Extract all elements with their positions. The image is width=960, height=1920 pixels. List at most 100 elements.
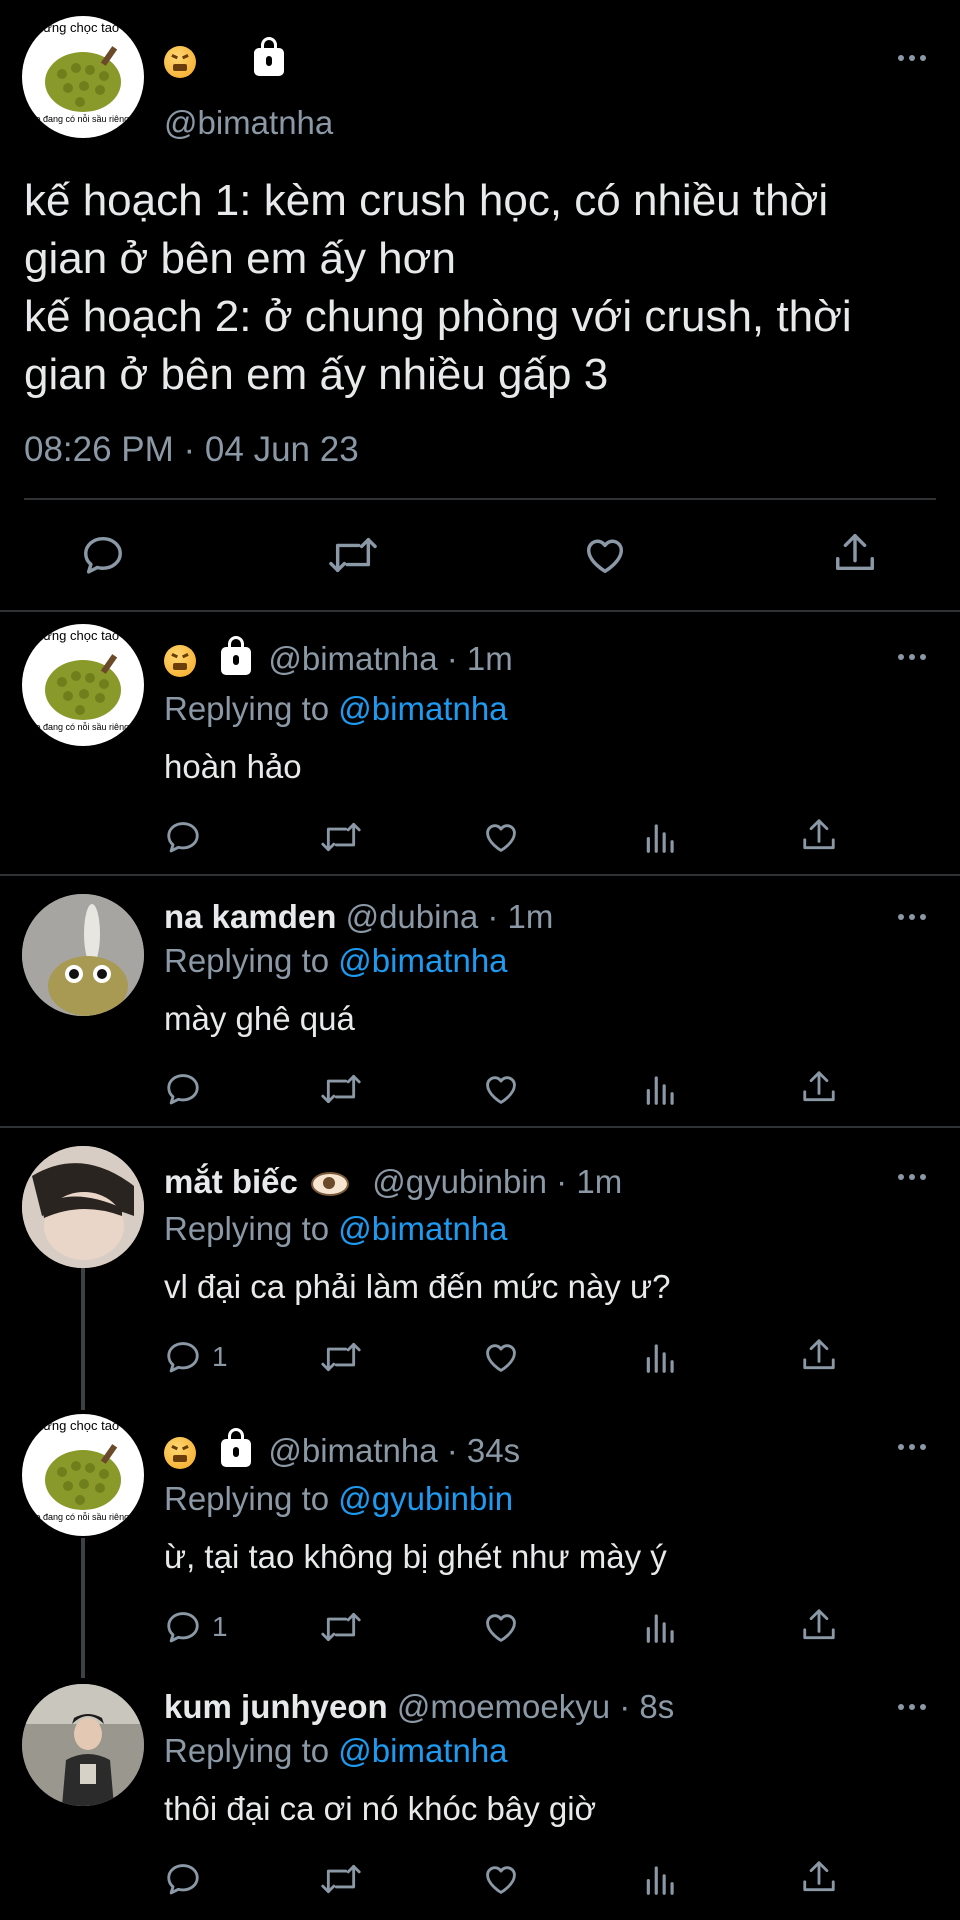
replying-to-link[interactable]: @gyubinbin <box>338 1480 513 1517</box>
retweet-icon[interactable] <box>320 1338 362 1376</box>
more-icon[interactable] <box>898 654 926 660</box>
handle-time[interactable]: @bimatnha · 1m <box>268 640 512 677</box>
thread-line <box>81 1538 85 1678</box>
retweet-icon[interactable] <box>320 1860 362 1898</box>
display-name[interactable]: na kamden <box>164 898 336 935</box>
reply-text: vl đại ca phải làm đến mức này ư? <box>164 1268 671 1305</box>
replying-label: Replying to <box>164 1210 330 1247</box>
share-icon[interactable] <box>800 1336 838 1374</box>
like-icon[interactable] <box>482 1860 520 1898</box>
display-name[interactable]: mắt biếc <box>164 1163 298 1200</box>
replying-label: Replying to <box>164 690 330 727</box>
lock-icon <box>254 37 285 76</box>
divider <box>24 498 936 500</box>
like-icon[interactable] <box>482 1338 520 1376</box>
reply-count: 1 <box>212 1611 228 1642</box>
plush-avatar-image <box>22 894 144 1016</box>
divider <box>0 610 960 612</box>
replying-to-link[interactable]: @bimatnha <box>338 1732 507 1769</box>
retweet-icon[interactable] <box>328 532 378 578</box>
analytics-icon[interactable] <box>642 1338 680 1376</box>
avatar[interactable] <box>22 894 144 1016</box>
avatar-caption-bottom: tao đang có nỗi sầu riêng <box>28 1512 130 1522</box>
reply-icon[interactable] <box>164 818 202 856</box>
replying-label: Replying to <box>164 1480 330 1517</box>
reply-icon[interactable] <box>164 1860 202 1898</box>
more-icon[interactable] <box>898 55 926 61</box>
reply-icon[interactable] <box>164 1070 202 1108</box>
reply-header: na kamden @dubina · 1m <box>164 898 553 936</box>
avatar-caption-bottom: tao đang có nỗi sầu riêng <box>28 722 130 732</box>
like-icon[interactable] <box>482 1070 520 1108</box>
person-avatar-image <box>22 1146 144 1268</box>
handle-time[interactable]: @moemoekyu · 8s <box>397 1688 674 1725</box>
replying-to: Replying to @bimatnha <box>164 690 508 728</box>
avatar-caption-top: đừng chọc tao <box>36 628 120 643</box>
tweet-text: kế hoạch 1: kèm crush học, có nhiều thời… <box>24 172 852 404</box>
replying-to-link[interactable]: @bimatnha <box>338 942 507 979</box>
analytics-icon[interactable] <box>642 1608 680 1646</box>
divider <box>0 1126 960 1128</box>
reply-text: mày ghê quá <box>164 1000 355 1037</box>
share-icon[interactable] <box>800 816 838 854</box>
replying-to-link[interactable]: @bimatnha <box>338 1210 507 1247</box>
tweet-text-line: kế hoạch 1: kèm crush học, có nhiều thời <box>24 176 829 225</box>
tweet-text-line: kế hoạch 2: ở chung phòng với crush, thờ… <box>24 292 852 341</box>
reply-text: ừ, tại tao không bị ghét như mày ý <box>164 1538 667 1575</box>
avatar[interactable]: đừng chọc tao tao đang có nỗi sầu riêng <box>22 16 144 138</box>
more-icon[interactable] <box>898 1704 926 1710</box>
handle-time[interactable]: @bimatnha · 34s <box>268 1432 520 1469</box>
retweet-icon[interactable] <box>320 818 362 856</box>
reply-count: 1 <box>212 1341 228 1372</box>
reply-header: @bimatnha · 1m <box>164 636 513 678</box>
person-avatar-image <box>22 1684 144 1806</box>
like-icon[interactable] <box>482 818 520 856</box>
analytics-icon[interactable] <box>642 1070 680 1108</box>
share-icon[interactable] <box>800 1068 838 1106</box>
reply-icon[interactable] <box>164 1608 202 1646</box>
lock-icon <box>221 1428 252 1468</box>
tired-face-emoji <box>164 1437 196 1470</box>
replying-to: Replying to @bimatnha <box>164 1210 508 1248</box>
handle-time[interactable]: @dubina · 1m <box>346 898 554 935</box>
reply-icon[interactable] <box>80 532 126 578</box>
reply-text: hoàn hảo <box>164 748 302 785</box>
more-icon[interactable] <box>898 1444 926 1450</box>
handle-time[interactable]: @gyubinbin · 1m <box>372 1163 622 1200</box>
share-icon[interactable] <box>800 1858 838 1896</box>
more-icon[interactable] <box>898 914 926 920</box>
avatar-caption-top: đừng chọc tao <box>36 1418 120 1433</box>
avatar[interactable] <box>22 1146 144 1268</box>
replying-to-link[interactable]: @bimatnha <box>338 690 507 727</box>
like-icon[interactable] <box>482 1608 520 1646</box>
thread-line <box>81 1268 85 1410</box>
analytics-icon[interactable] <box>642 1860 680 1898</box>
retweet-icon[interactable] <box>320 1070 362 1108</box>
share-icon[interactable] <box>832 530 878 576</box>
replying-to: Replying to @gyubinbin <box>164 1480 513 1518</box>
analytics-icon[interactable] <box>642 818 680 856</box>
avatar[interactable]: đừng chọc tao tao đang có nỗi sầu riêng <box>22 1414 144 1536</box>
replying-label: Replying to <box>164 942 330 979</box>
lock-icon <box>221 636 252 676</box>
reply-header: mắt biếc @gyubinbin · 1m <box>164 1163 622 1201</box>
more-icon[interactable] <box>898 1174 926 1180</box>
reply-header: kum junhyeon @moemoekyu · 8s <box>164 1688 674 1726</box>
eye-emoji <box>311 1172 350 1197</box>
avatar-caption-top: đừng chọc tao <box>36 20 120 35</box>
display-name[interactable]: kum junhyeon <box>164 1688 388 1725</box>
divider <box>0 874 960 876</box>
like-icon[interactable] <box>582 532 628 578</box>
reply-icon[interactable] <box>164 1338 202 1376</box>
tweet-text-line: gian ở bên em ấy hơn <box>24 234 456 283</box>
retweet-icon[interactable] <box>320 1608 362 1646</box>
timestamp[interactable]: 08:26 PM · 04 Jun 23 <box>24 430 359 470</box>
main-handle[interactable]: @bimatnha <box>164 104 333 142</box>
avatar[interactable]: đừng chọc tao tao đang có nỗi sầu riêng <box>22 624 144 746</box>
tired-face-emoji <box>164 645 196 678</box>
tired-face-emoji <box>164 46 196 78</box>
tweet-text-line: gian ở bên em ấy nhiều gấp 3 <box>24 350 609 399</box>
share-icon[interactable] <box>800 1606 838 1644</box>
avatar[interactable] <box>22 1684 144 1806</box>
replying-label: Replying to <box>164 1732 330 1769</box>
